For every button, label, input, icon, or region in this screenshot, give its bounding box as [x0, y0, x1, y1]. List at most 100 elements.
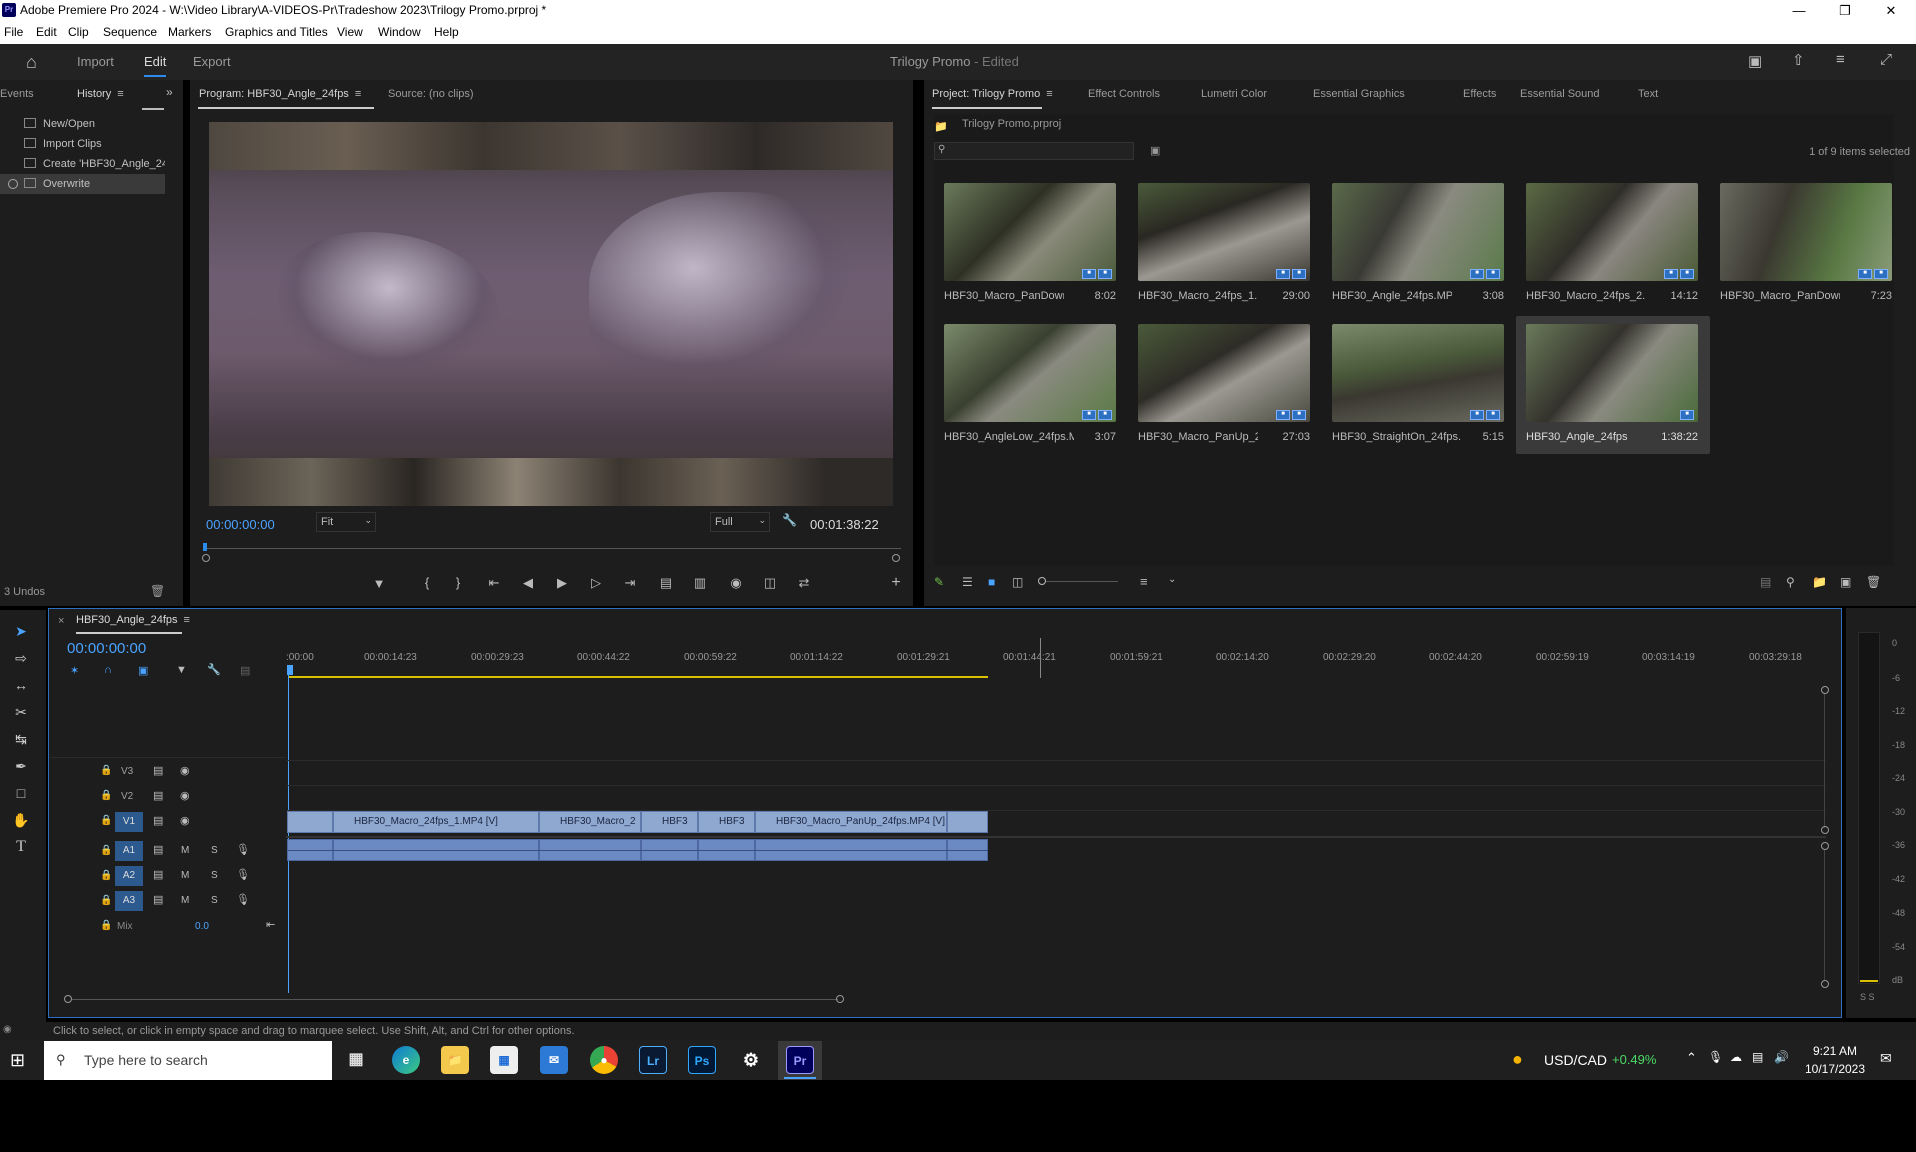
monitor-scrubber[interactable] — [203, 543, 901, 555]
close-button[interactable]: ✕ — [1868, 0, 1914, 21]
solo-buttons[interactable]: S S — [1860, 992, 1875, 1002]
tab-text[interactable]: Text — [1638, 88, 1658, 100]
step-forward-icon[interactable]: ▷ — [586, 575, 606, 591]
volume-icon[interactable]: 🔊 — [1774, 1050, 1789, 1064]
quick-export-icon[interactable]: ▣ — [1748, 52, 1762, 70]
clock-time[interactable]: 9:21 AM — [1808, 1044, 1862, 1058]
resolution-dropdown[interactable]: Full ⌄ — [710, 512, 770, 532]
sync-lock-icon[interactable]: ▤ — [153, 868, 163, 881]
taskbar-search-input[interactable]: ⚲ Type here to search — [44, 1041, 332, 1080]
list-view-icon[interactable]: ☰ — [962, 575, 973, 589]
menu-edit[interactable]: Edit — [36, 25, 57, 39]
new-search-bin-icon[interactable]: ▣ — [1150, 144, 1160, 157]
video-scrollbar[interactable] — [1824, 694, 1825, 828]
clip-thumbnail[interactable]: ■ ■ — [1332, 183, 1504, 281]
mix-volume-value[interactable]: 0.0 — [195, 921, 209, 932]
wrench-icon[interactable]: 🔧 — [782, 513, 797, 527]
clip-thumbnail[interactable]: ■ ■ — [1138, 183, 1310, 281]
video-clip[interactable]: HBF30_Macro_PanUp_24fps.MP4 [V] — [755, 811, 947, 833]
project-search-input[interactable]: ⚲ — [934, 142, 1134, 160]
panel-menu-icon[interactable]: ≡ — [117, 88, 123, 100]
track-label-a1[interactable]: A1 — [115, 841, 143, 861]
find-icon[interactable]: ⚲ — [1786, 575, 1795, 589]
microphone-icon[interactable]: 🎙 — [236, 868, 250, 881]
tab-import[interactable]: Import — [77, 54, 114, 69]
scroll-handle[interactable] — [1821, 686, 1829, 694]
menu-window[interactable]: Window — [378, 25, 421, 39]
lift-icon[interactable]: ▤ — [656, 575, 676, 591]
workspaces-menu-icon[interactable]: ≡ — [1836, 51, 1845, 68]
tab-events[interactable]: Events — [0, 88, 34, 100]
thumbnail-size-slider-handle[interactable] — [1038, 577, 1046, 585]
clear-icon[interactable]: 🗑 — [1866, 575, 1881, 589]
comparison-view-icon[interactable]: ◫ — [760, 575, 780, 591]
ticker-symbol[interactable]: USD/CAD — [1544, 1052, 1607, 1068]
panel-menu-icon[interactable]: ≡ — [355, 88, 361, 100]
expand-panels-icon[interactable]: » — [166, 85, 173, 99]
edge-browser-icon[interactable]: e — [392, 1046, 420, 1074]
menu-file[interactable]: File — [4, 25, 23, 39]
audio-scrollbar[interactable] — [1824, 850, 1825, 980]
step-back-icon[interactable]: ◀ — [518, 575, 538, 591]
lock-icon[interactable]: 🔒 — [100, 895, 112, 906]
home-icon[interactable]: ⌂ — [26, 52, 37, 73]
new-bin-icon[interactable]: 📁 — [1812, 575, 1827, 589]
tab-effect-controls[interactable]: Effect Controls — [1088, 88, 1160, 100]
mute-button[interactable]: M — [181, 870, 189, 881]
chrome-icon[interactable]: ● — [590, 1046, 618, 1074]
clip-thumbnail[interactable]: ■ ■ — [1526, 183, 1698, 281]
tab-export[interactable]: Export — [193, 54, 231, 69]
timeline-settings-icon[interactable]: 🔧 — [207, 663, 221, 676]
button-editor-icon[interactable]: + — [886, 574, 906, 592]
clip-thumbnail[interactable]: ■ ■ — [1138, 324, 1310, 422]
track-select-tool-icon[interactable]: ⇨ — [10, 647, 32, 669]
minimize-button[interactable]: — — [1776, 0, 1822, 21]
photoshop-icon[interactable]: Ps — [688, 1046, 716, 1074]
go-to-in-icon[interactable]: ⇤ — [484, 575, 504, 591]
add-marker-icon[interactable]: ▼ — [369, 576, 389, 591]
tab-essential-sound[interactable]: Essential Sound — [1520, 88, 1600, 100]
sequence-thumbnail-selected[interactable]: ■ — [1526, 324, 1698, 422]
zoom-handle-left[interactable] — [64, 995, 72, 1003]
scroll-handle[interactable] — [1821, 842, 1829, 850]
microphone-icon[interactable]: 🎙 — [1708, 1050, 1723, 1064]
mute-button[interactable]: M — [181, 845, 189, 856]
track-label-a2[interactable]: A2 — [115, 866, 143, 886]
lock-icon[interactable]: 🔒 — [100, 845, 112, 856]
extract-icon[interactable]: ▥ — [690, 575, 710, 591]
tab-history[interactable]: History ≡ — [77, 88, 124, 100]
eye-icon[interactable]: ◉ — [180, 814, 190, 827]
scroll-handle[interactable] — [1821, 980, 1829, 988]
ripple-edit-tool-icon[interactable]: ↔ — [10, 674, 32, 696]
history-item[interactable]: Import Clips — [0, 134, 165, 154]
menu-clip[interactable]: Clip — [68, 25, 89, 39]
menu-help[interactable]: Help — [434, 25, 459, 39]
zoom-handle-left[interactable] — [202, 554, 210, 562]
video-clip[interactable] — [287, 811, 333, 833]
lock-icon[interactable]: 🔒 — [100, 815, 112, 826]
video-clip[interactable]: HBF30_Macro_24fps_1.MP4 [V] — [333, 811, 539, 833]
zoom-handle-right[interactable] — [892, 554, 900, 562]
microphone-icon[interactable]: 🎙 — [236, 893, 250, 906]
clip-thumbnail[interactable]: ■ ■ — [944, 324, 1116, 422]
settings-gear-icon[interactable]: ⚙ — [737, 1046, 765, 1074]
chevron-down-icon[interactable]: ⌄ — [1168, 574, 1176, 585]
mark-out-icon[interactable]: } — [448, 575, 468, 590]
trash-icon[interactable]: 🗑 — [150, 584, 165, 598]
tab-essential-graphics[interactable]: Essential Graphics — [1313, 88, 1405, 100]
linked-selection-icon[interactable]: ▣ — [138, 664, 148, 677]
video-clip[interactable]: HBF3 — [641, 811, 698, 833]
microsoft-store-icon[interactable]: ▦ — [490, 1046, 518, 1074]
timeline-zoom-bar[interactable] — [72, 999, 838, 1000]
onedrive-icon[interactable]: ☁ — [1730, 1050, 1742, 1064]
nest-toggle-icon[interactable]: ✶ — [70, 664, 79, 677]
history-item[interactable]: Create 'HBF30_Angle_24 — [0, 154, 165, 174]
go-to-out-icon[interactable]: ⇥ — [620, 575, 640, 591]
panel-menu-icon[interactable]: ≡ — [184, 614, 190, 626]
file-explorer-icon[interactable]: 📁 — [441, 1046, 469, 1074]
go-to-end-icon[interactable]: ⇤ — [266, 918, 275, 931]
video-clip[interactable]: HBF3 — [698, 811, 755, 833]
new-item-icon[interactable]: ▣ — [1840, 575, 1851, 589]
selection-tool-icon[interactable]: ➤ — [10, 620, 32, 642]
tab-effects[interactable]: Effects — [1463, 88, 1496, 100]
